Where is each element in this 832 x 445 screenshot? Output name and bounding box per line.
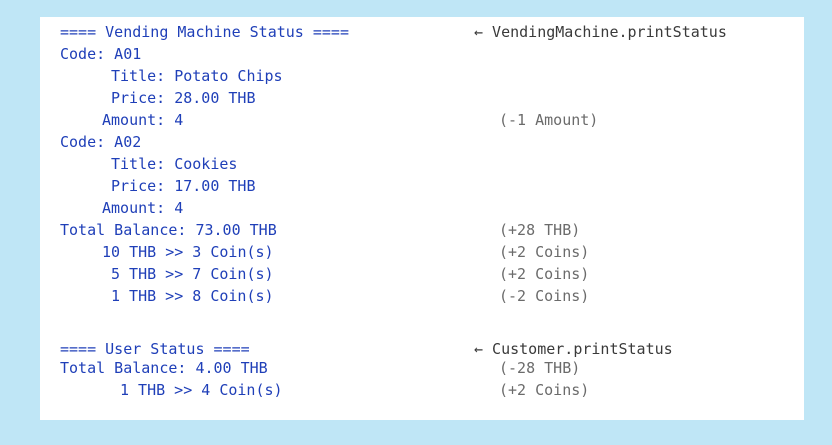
coin-count-line: 1 THB >> 4 Coin(s) — [120, 381, 283, 399]
user-status-annotation: ← Customer.printStatus — [474, 340, 673, 358]
user-total-balance: Total Balance: 4.00 THB — [60, 359, 268, 377]
coin-count-line: 5 THB >> 7 Coin(s) — [111, 265, 274, 283]
item-price: Price: 28.00 THB — [111, 89, 256, 107]
item-amount: Amount: 4 — [102, 111, 184, 129]
user-status-header: ==== User Status ==== — [60, 340, 250, 358]
coin-count-line: 1 THB >> 8 Coin(s) — [111, 287, 274, 305]
coin-change-note: (+2 Coins) — [499, 381, 590, 399]
item-title: Title: Cookies — [111, 155, 238, 173]
vending-status-annotation: ← VendingMachine.printStatus — [474, 23, 727, 41]
coin-change-note: (+2 Coins) — [499, 243, 590, 261]
item-title: Title: Potato Chips — [111, 67, 283, 85]
item-amount: Amount: 4 — [102, 199, 184, 217]
item-price: Price: 17.00 THB — [111, 177, 256, 195]
item-code: Code: A01 — [60, 45, 142, 63]
console-output-panel: ==== Vending Machine Status ==== ← Vendi… — [40, 17, 804, 420]
vending-status-header: ==== Vending Machine Status ==== — [60, 23, 349, 41]
coin-change-note: (+2 Coins) — [499, 265, 590, 283]
user-balance-change-note: (-28 THB) — [499, 359, 581, 377]
vending-balance-change-note: (+28 THB) — [499, 221, 581, 239]
coin-count-line: 10 THB >> 3 Coin(s) — [102, 243, 274, 261]
item-amount-change-note: (-1 Amount) — [499, 111, 599, 129]
vending-total-balance: Total Balance: 73.00 THB — [60, 221, 277, 239]
item-code: Code: A02 — [60, 133, 142, 151]
coin-change-note: (-2 Coins) — [499, 287, 590, 305]
